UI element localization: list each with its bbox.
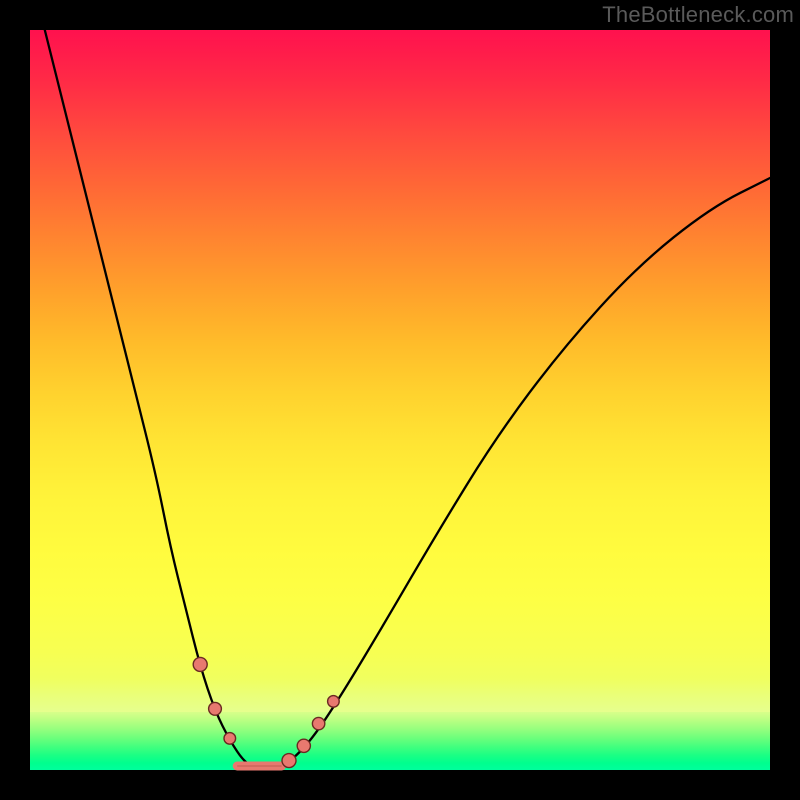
marker-beads bbox=[193, 657, 339, 767]
marker-bead bbox=[224, 733, 236, 745]
watermark-text: TheBottleneck.com bbox=[602, 2, 794, 28]
marker-bead bbox=[209, 702, 222, 715]
bottleneck-curve bbox=[45, 30, 770, 770]
plot-overlay bbox=[30, 30, 770, 770]
marker-bead bbox=[282, 754, 296, 768]
marker-bead bbox=[297, 739, 310, 752]
chart-frame: TheBottleneck.com bbox=[0, 0, 800, 800]
marker-bead bbox=[328, 696, 340, 708]
marker-bead bbox=[312, 717, 324, 729]
marker-bead bbox=[193, 657, 207, 671]
